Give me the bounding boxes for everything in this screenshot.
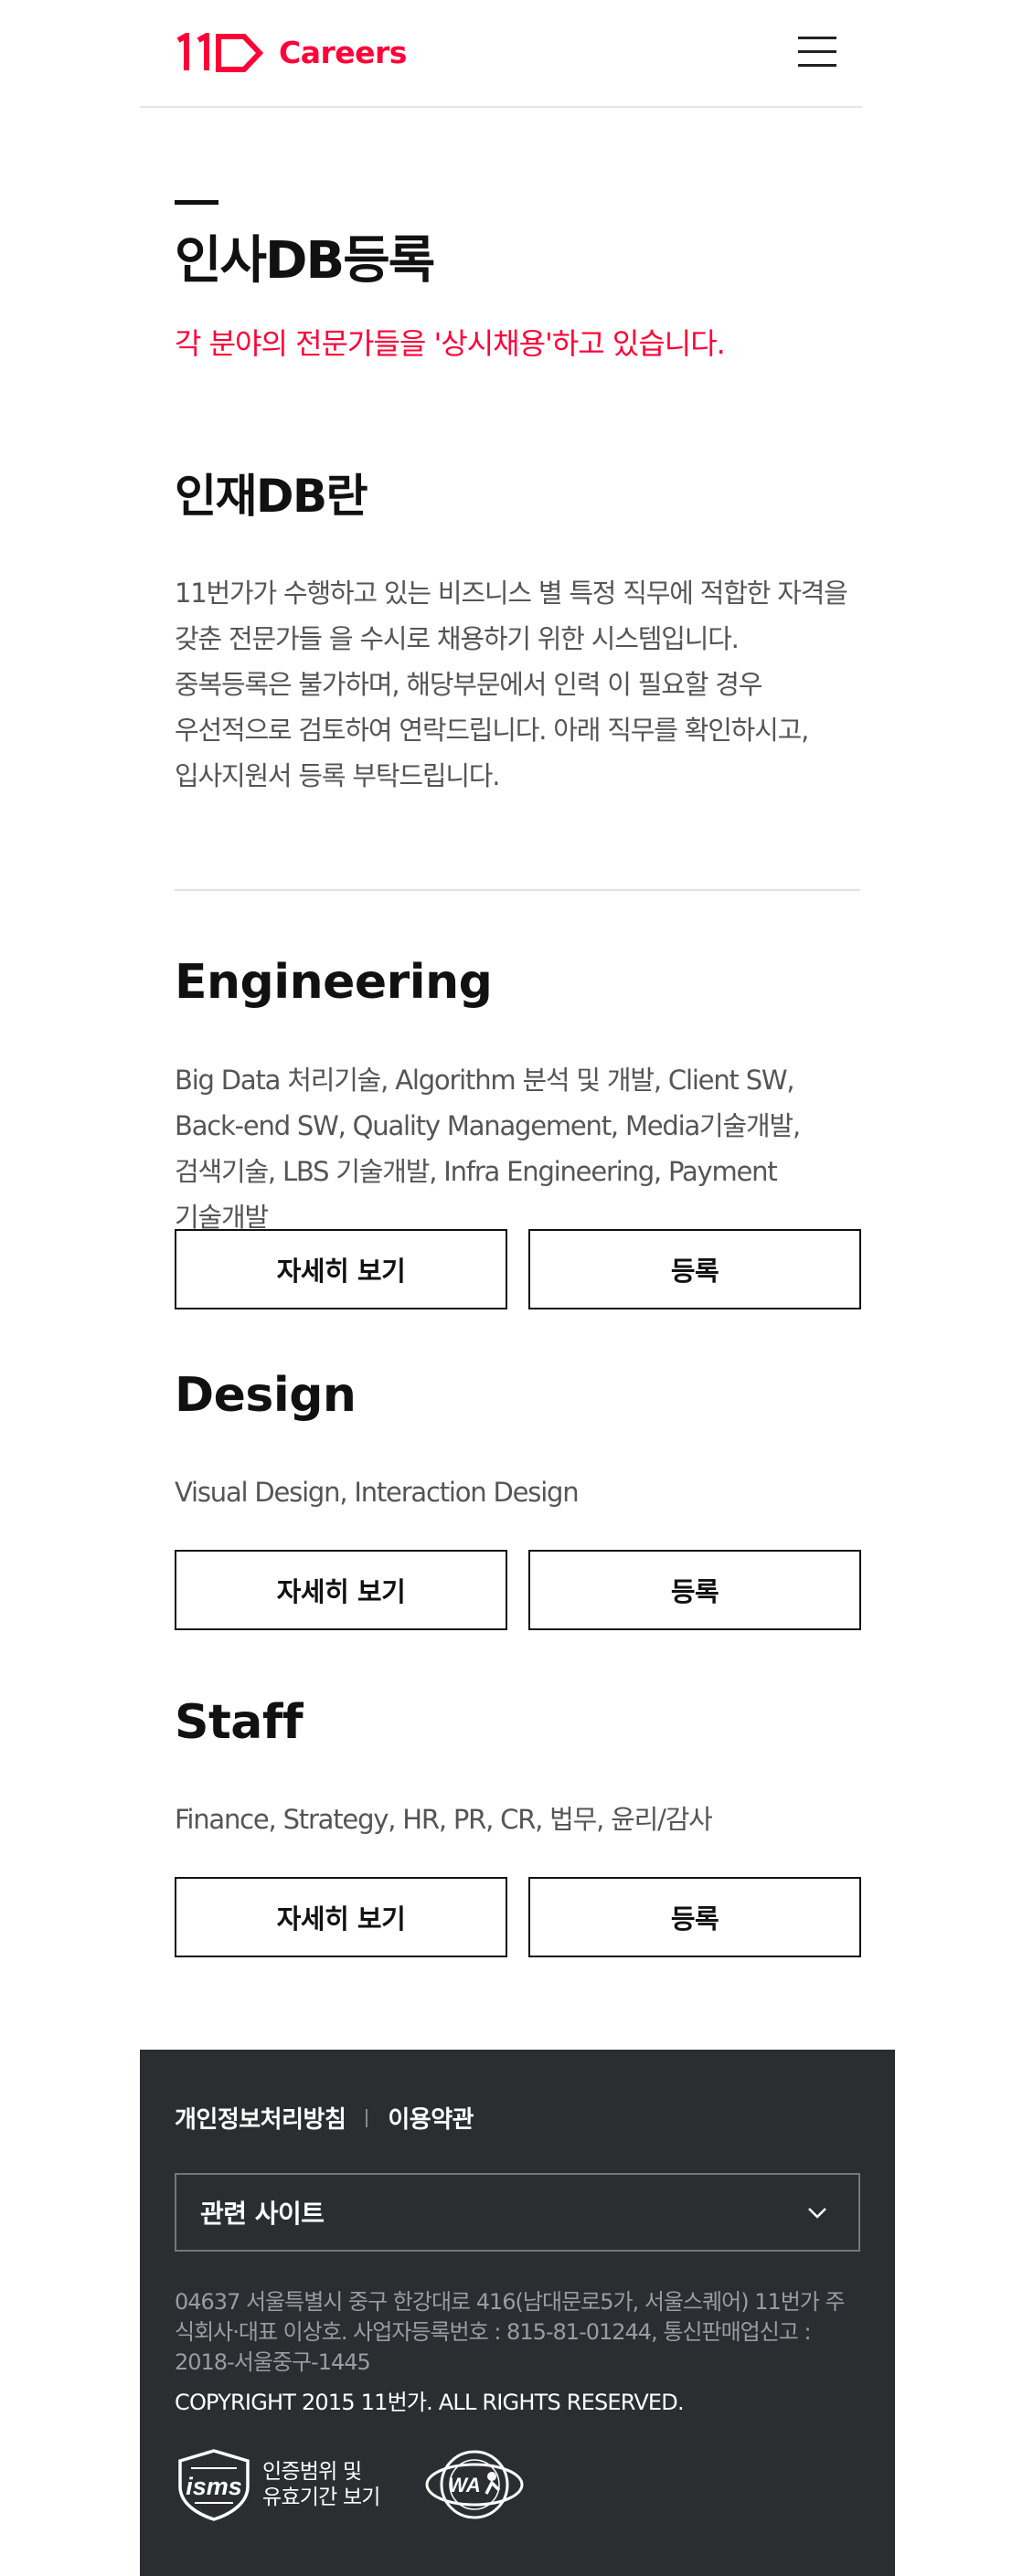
footer-links: 개인정보처리방침 이용약관 xyxy=(175,2101,474,2135)
section-title-design: Design xyxy=(175,1368,357,1423)
copyright: COPYRIGHT 2015 11번가. ALL RIGHTS RESERVED… xyxy=(175,2390,685,2415)
engineering-detail-button[interactable]: 자세히 보기 xyxy=(175,1229,507,1309)
company-address: 04637 서울특별시 중구 한강대로 416(남대문로5가, 서울스퀘어) 1… xyxy=(175,2289,846,2375)
related-sites-label: 관련 사이트 xyxy=(200,2199,325,2229)
site-logo[interactable]: Careers xyxy=(175,33,407,73)
section-title-staff: Staff xyxy=(175,1695,304,1750)
page-subtitle: 각 분야의 전문가들을 '상시채용'하고 있습니다. xyxy=(175,326,726,361)
site-header: Careers xyxy=(140,0,862,108)
staff-apply-button[interactable]: 등록 xyxy=(528,1877,861,1957)
staff-detail-button[interactable]: 자세히 보기 xyxy=(175,1877,507,1957)
design-buttons: 자세히 보기 등록 xyxy=(175,1550,861,1630)
careers-page: Careers 인사DB등록 각 분야의 전문가들을 '상시채용'하고 있습니다… xyxy=(0,0,1033,2576)
11st-logo-icon xyxy=(176,33,264,72)
privacy-policy-link[interactable]: 개인정보처리방침 xyxy=(175,2101,346,2135)
staff-buttons: 자세히 보기 등록 xyxy=(175,1877,861,1957)
section-divider xyxy=(175,889,860,891)
wa-logo-text: WA xyxy=(448,2474,480,2496)
design-detail-button[interactable]: 자세히 보기 xyxy=(175,1550,507,1630)
related-sites-select[interactable]: 관련 사이트 xyxy=(175,2173,860,2252)
engineering-apply-button[interactable]: 등록 xyxy=(528,1229,861,1309)
isms-label-line2: 유효기간 보기 xyxy=(262,2486,380,2509)
title-accent-bar xyxy=(175,200,218,205)
section-title-engineering: Engineering xyxy=(175,955,493,1010)
hamburger-menu-icon[interactable] xyxy=(798,35,836,68)
isms-certification-link[interactable]: isms 인증범위 및 유효기간 보기 xyxy=(175,2448,380,2521)
isms-label-line1: 인증범위 및 xyxy=(262,2460,362,2484)
terms-link[interactable]: 이용약관 xyxy=(388,2101,474,2135)
certification-badges: isms 인증범위 및 유효기간 보기 WA xyxy=(175,2448,530,2521)
page-title: 인사DB등록 xyxy=(175,231,435,291)
isms-shield-icon: isms xyxy=(178,2449,250,2521)
intro-description: 11번가가 수행하고 있는 비즈니스 별 특정 직무에 적합한 자격을 갖춘 전… xyxy=(175,578,848,791)
isms-label: 인증범위 및 유효기간 보기 xyxy=(262,2459,380,2510)
chevron-down-icon xyxy=(808,2208,826,2219)
engineering-buttons: 자세히 보기 등록 xyxy=(175,1229,861,1309)
design-apply-button[interactable]: 등록 xyxy=(528,1550,861,1630)
logo-text: Careers xyxy=(279,35,407,70)
intro-title: 인재DB란 xyxy=(175,470,368,523)
section-desc-engineering: Big Data 처리기술, Algorithm 분석 및 개발, Client… xyxy=(175,1065,801,1233)
link-separator xyxy=(366,2108,368,2127)
site-footer: 개인정보처리방침 이용약관 관련 사이트 04637 서울특별시 중구 한강대로… xyxy=(140,2050,895,2576)
isms-logo-text: isms xyxy=(186,2473,242,2500)
web-accessibility-mark-icon: WA xyxy=(425,2450,524,2519)
section-desc-staff: Finance, Strategy, HR, PR, CR, 법무, 윤리/감사 xyxy=(175,1804,713,1835)
section-desc-design: Visual Design, Interaction Design xyxy=(175,1477,580,1508)
